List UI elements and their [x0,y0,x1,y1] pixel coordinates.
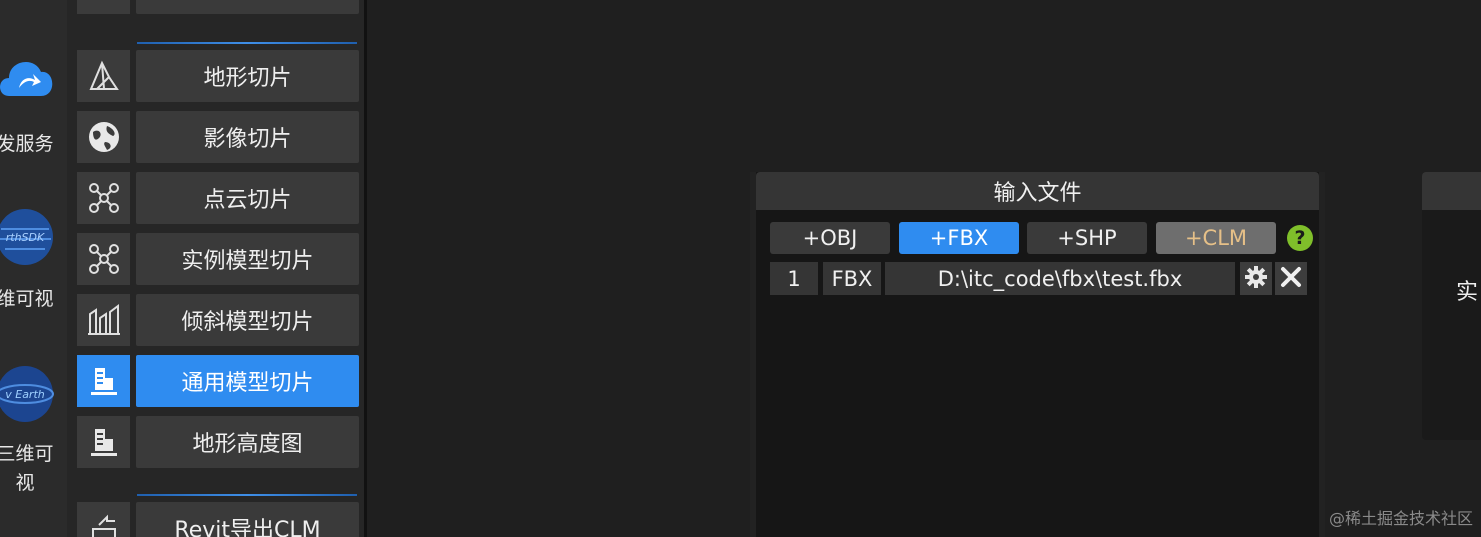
add-shp-button[interactable]: +SHP [1027,222,1147,254]
file-settings-button[interactable] [1240,262,1272,295]
height-map-button[interactable]: 地形高度图 [136,416,359,468]
rail-label-line2: 视 [15,472,35,494]
tool-icon [77,0,130,14]
separator [137,494,357,496]
svg-text:v Earth: v Earth [5,388,45,401]
rail-item-3d-visual[interactable]: rthSDK 维可视 [0,205,70,314]
cloud-upload-icon [0,48,55,112]
point-cloud-icon [77,172,130,224]
pointcloud-tile-button[interactable]: 点云切片 [136,172,359,224]
tool-row-oblique[interactable]: 倾斜模型切片 [77,294,359,346]
earth-sdk-icon: rthSDK [0,205,55,269]
rail-label: 发服务 [0,133,54,155]
oblique-model-icon [77,294,130,346]
tool-row-terrain[interactable]: 地形切片 [77,50,359,102]
add-obj-button[interactable]: +OBJ [770,222,890,254]
general-model-tile-button[interactable]: 通用模型切片 [136,355,359,407]
file-remove-button[interactable] [1275,262,1307,295]
app-root: 发服务 rthSDK 维可视 v Earth 三维可 视 地形切片 影像切片 点… [0,0,1481,537]
left-rail: 发服务 rthSDK 维可视 v Earth 三维可 视 [0,0,67,537]
separator [137,42,357,44]
rail-item-publish-service[interactable]: 发服务 [0,48,70,159]
right-panel: 实 [1422,172,1481,440]
instance-model-icon [77,233,130,285]
right-panel-header [1422,172,1481,210]
help-icon[interactable]: ? [1287,225,1313,251]
watermark: @稀土掘金技术社区 [1328,509,1473,528]
rail-label: 三维可 [0,443,54,465]
input-file-panel: 输入文件 +OBJ +FBX +SHP +CLM ? 1 FBX D:\itc_… [750,172,1325,537]
file-path: D:\itc_code\fbx\test.fbx [885,262,1235,295]
revit-export-button[interactable]: Revit导出CLM [136,502,359,537]
tool-row-general[interactable]: 通用模型切片 [77,355,359,407]
image-tile-button[interactable]: 影像切片 [136,111,359,163]
gear-icon [1244,265,1268,293]
file-index: 1 [770,262,818,295]
oblique-model-tile-button[interactable]: 倾斜模型切片 [136,294,359,346]
right-panel-text: 实 [1456,280,1479,305]
tool-list-panel: 地形切片 影像切片 点云切片 实例模型切片 倾斜模型切片 通用模型切片 地形高度… [67,0,367,537]
tool-row-revit[interactable]: Revit导出CLM [77,502,359,537]
close-icon [1279,265,1303,293]
tool-row-heightmap[interactable]: 地形高度图 [77,416,359,468]
tool-row-partial[interactable] [77,0,359,14]
terrain-icon [77,50,130,102]
tool-row-instance[interactable]: 实例模型切片 [77,233,359,285]
general-model-icon [77,355,130,407]
add-fbx-button[interactable]: +FBX [899,222,1019,254]
panel-title: 输入文件 [756,172,1319,210]
add-clm-button[interactable]: +CLM [1156,222,1276,254]
file-type: FBX [823,262,881,295]
instance-model-tile-button[interactable]: 实例模型切片 [136,233,359,285]
tool-row-image[interactable]: 影像切片 [77,111,359,163]
rail-label: 维可视 [0,288,54,310]
height-map-icon [77,416,130,468]
revit-export-icon [77,502,130,537]
rail-item-earth-visual[interactable]: v Earth 三维可 视 [0,362,70,498]
tool-button[interactable] [136,0,359,14]
terrain-tile-button[interactable]: 地形切片 [136,50,359,102]
image-globe-icon [77,111,130,163]
earth-globe-icon: v Earth [0,362,55,426]
tool-row-pointcloud[interactable]: 点云切片 [77,172,359,224]
svg-text:rthSDK: rthSDK [6,231,45,244]
